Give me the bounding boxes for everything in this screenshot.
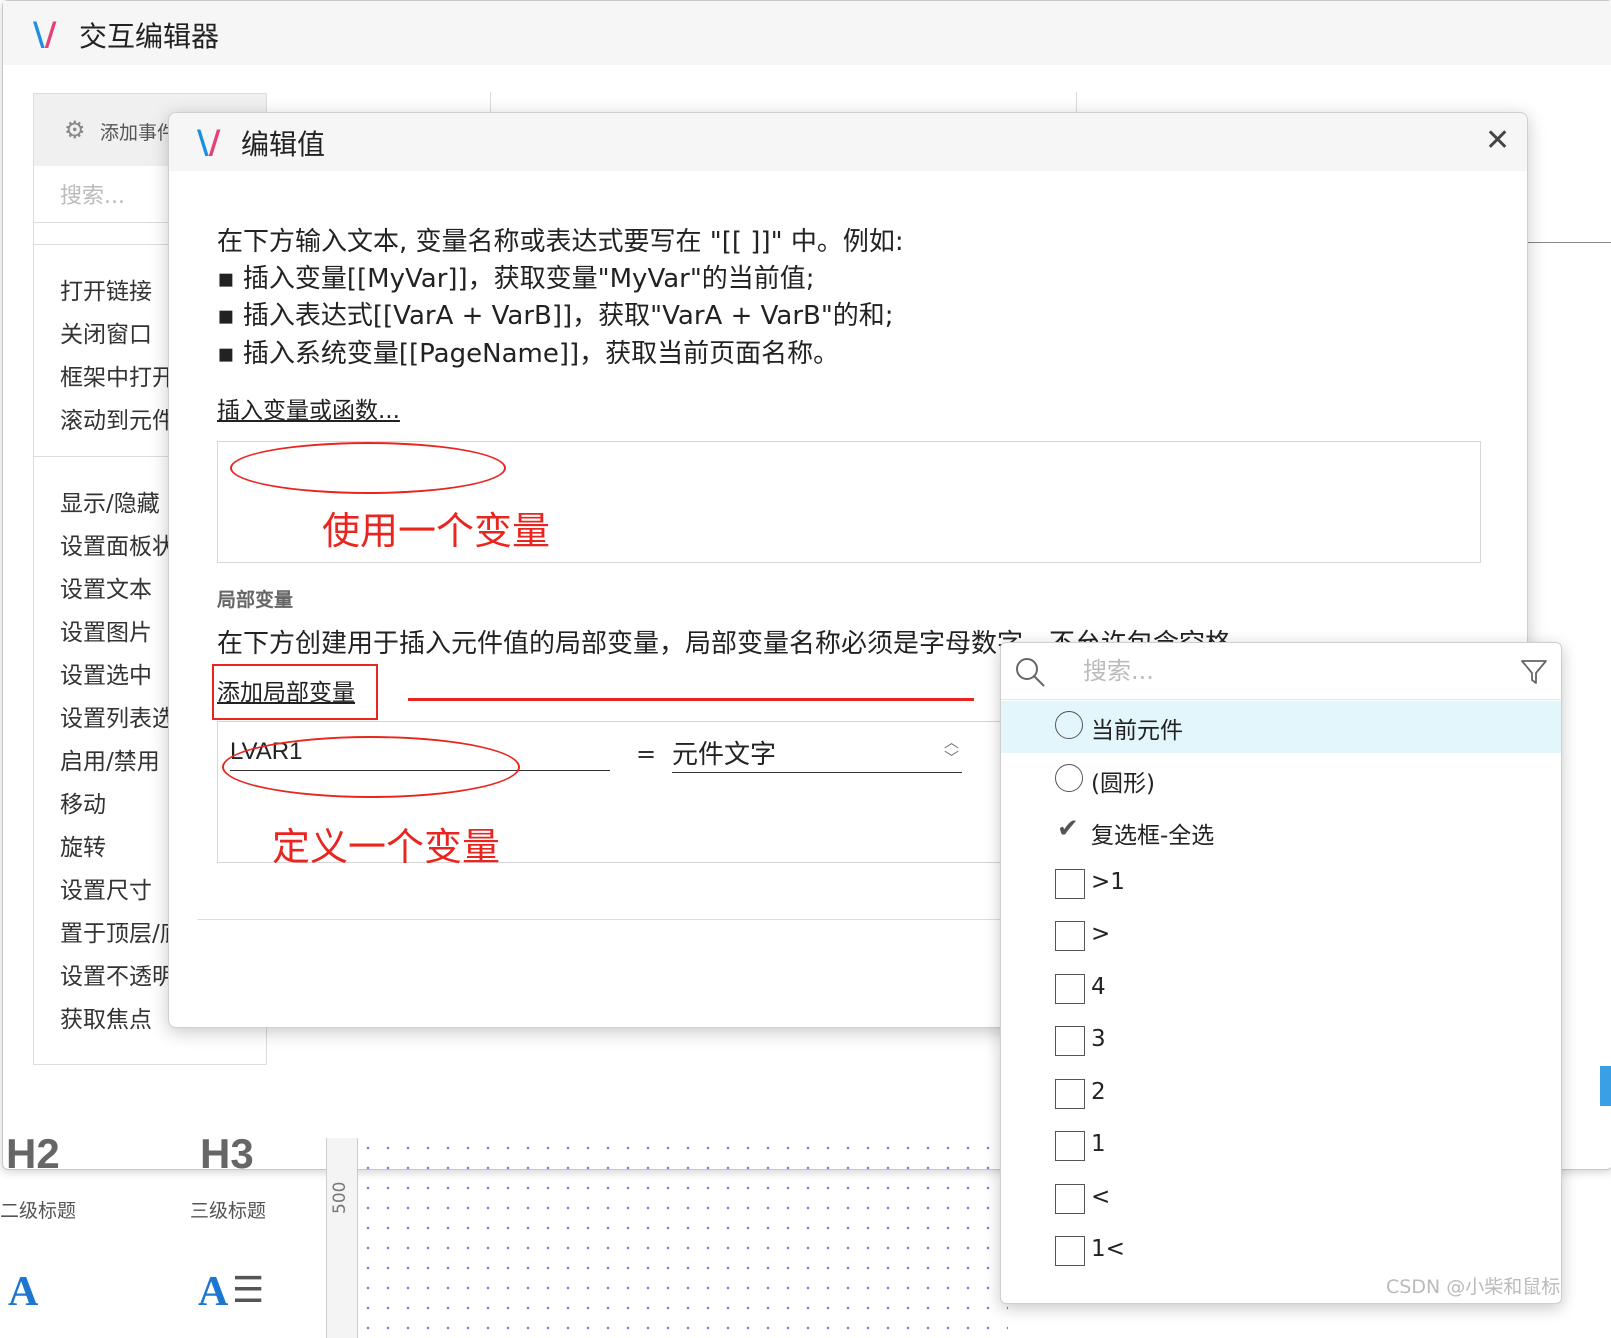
filter-icon[interactable] (1519, 657, 1549, 687)
dropdown-option-label: (圆形) (1091, 770, 1155, 797)
library-h3-widget[interactable]: H3 (200, 1130, 254, 1178)
dropdown-option-label: 4 (1091, 973, 1106, 1000)
instruction-line: ▪ 插入系统变量[[PageName]]，获取当前页面名称。 (217, 339, 840, 369)
action-item[interactable]: 滚动到元件 (60, 401, 175, 435)
dropdown-option[interactable]: ✔ 复选框-全选 (1001, 806, 1561, 858)
annotation-define-variable: 定义一个变量 (272, 825, 501, 869)
divider (1001, 699, 1561, 700)
add-event-icon: ⚙ (64, 116, 86, 144)
dropdown-option[interactable]: 1< (1001, 1226, 1561, 1278)
local-variable-target-select[interactable]: 元件文字 ︿ ﹀ (672, 734, 962, 773)
divider (1526, 242, 1611, 243)
action-item[interactable]: 启用/禁用 (60, 742, 160, 776)
dropdown-option[interactable]: 2 (1001, 1069, 1561, 1121)
action-item[interactable]: 显示/隐藏 (60, 484, 160, 518)
annotation-use-variable: 使用一个变量 (322, 509, 551, 553)
checkbox-icon (1055, 1236, 1085, 1266)
dropdown-option-label: 3 (1091, 1026, 1106, 1052)
insert-variable-link[interactable]: 插入变量或函数... (217, 391, 400, 425)
dropdown-option-label: >1 (1091, 868, 1125, 895)
library-paragraph-widget[interactable]: A (198, 1268, 228, 1316)
dropdown-option-label: 1< (1091, 1236, 1125, 1262)
annotation-ellipse (222, 736, 520, 798)
dropdown-option-label: 1 (1091, 1131, 1106, 1157)
checkbox-icon (1055, 1183, 1085, 1214)
library-h2-widget[interactable]: H2 (6, 1130, 60, 1178)
dropdown-option[interactable]: 4 (1001, 964, 1561, 1016)
equals-sign: = (636, 740, 657, 768)
checkbox-icon (1055, 868, 1085, 899)
annotation-ellipse (230, 442, 506, 494)
action-item[interactable]: 设置尺寸 (60, 871, 152, 905)
dropdown-option[interactable]: < (1001, 1174, 1561, 1226)
search-icon (1016, 658, 1045, 687)
column-divider (1076, 92, 1077, 112)
checkbox-icon (1055, 921, 1085, 951)
checkbox-icon (1055, 1026, 1085, 1056)
action-item[interactable]: 置于顶层/底 (60, 914, 183, 948)
paragraph-lines-icon: ☰ (232, 1270, 265, 1311)
action-item[interactable]: 获取焦点 (60, 1000, 152, 1034)
dropdown-option[interactable]: (圆形) (1001, 754, 1561, 806)
checkmark-icon: ✔ (1057, 814, 1079, 844)
divider (197, 919, 1007, 920)
app-logo-icon: \/ (33, 15, 57, 53)
action-item[interactable]: 设置列表选 (60, 699, 175, 733)
dropdown-option-label: < (1091, 1183, 1111, 1210)
instruction-line: ▪ 插入表达式[[VarA + VarB]]，获取"VarA + VarB"的和… (217, 301, 894, 331)
dropdown-option[interactable]: 当前元件 (1001, 701, 1561, 753)
chevron-updown-icon: ︿ ﹀ (944, 733, 960, 767)
dropdown-option[interactable]: 1 (1001, 1121, 1561, 1173)
actions-search-input[interactable]: 搜索... (60, 178, 125, 210)
checkbox-icon (1055, 1078, 1085, 1109)
vertical-ruler (326, 1138, 358, 1338)
radio-icon (1055, 711, 1083, 739)
action-item[interactable]: 设置不透明 (60, 957, 175, 991)
action-item[interactable]: 设置图片 (60, 613, 152, 647)
interaction-editor-titlebar: \/ 交互编辑器 (3, 1, 1611, 65)
action-item[interactable]: 旋转 (60, 828, 106, 862)
instruction-line: ▪ 插入变量[[MyVar]]，获取变量"MyVar"的当前值; (217, 264, 815, 294)
close-icon[interactable]: ✕ (1485, 123, 1510, 158)
action-item[interactable]: 移动 (60, 785, 106, 819)
app-logo-icon: \/ (197, 123, 221, 161)
dialog-title: 编辑值 (241, 128, 326, 161)
ruler-label: 500 (330, 1181, 350, 1214)
ok-button-fragment[interactable] (1600, 1066, 1611, 1106)
dropdown-option[interactable]: 3 (1001, 1016, 1561, 1068)
dropdown-option-label: 当前元件 (1091, 718, 1183, 744)
action-item[interactable]: 框架中打开 (60, 358, 175, 392)
library-text-widget[interactable]: A (8, 1268, 38, 1316)
watermark: CSDN @小柴和鼠标 (1386, 1276, 1561, 1298)
target-element-dropdown: 当前元件(圆形)✔复选框-全选>1>4321<1< (1000, 642, 1562, 1304)
dropdown-option-label: 2 (1091, 1078, 1106, 1105)
dropdown-option[interactable]: > (1001, 911, 1561, 963)
radio-icon (1055, 763, 1083, 792)
column-divider (490, 92, 491, 112)
action-item[interactable]: 打开链接 (60, 272, 152, 306)
dialog-titlebar: \/ 编辑值 ✕ (169, 113, 1527, 171)
dropdown-option-label: > (1091, 921, 1111, 947)
target-select-value: 元件文字 (672, 740, 777, 770)
dropdown-option[interactable]: >1 (1001, 859, 1561, 911)
instruction-line: 在下方输入文本, 变量名称或表达式要写在 "[[ ]]" 中。例如: (217, 227, 904, 257)
window-title: 交互编辑器 (79, 20, 220, 53)
dropdown-option-label: 复选框-全选 (1091, 823, 1215, 849)
local-variables-heading: 局部变量 (217, 589, 294, 611)
add-event-label: 添加事件 (100, 122, 177, 144)
annotation-underline (408, 698, 974, 701)
action-item[interactable]: 设置选中 (60, 656, 152, 690)
action-item[interactable]: 设置面板状 (60, 527, 175, 561)
library-h3-label: 三级标题 (190, 1200, 267, 1222)
action-item[interactable]: 设置文本 (60, 570, 152, 604)
checkbox-icon (1055, 973, 1085, 1004)
annotation-box (212, 664, 378, 720)
action-item[interactable]: 关闭窗口 (60, 315, 152, 349)
checkbox-icon (1055, 1131, 1085, 1161)
canvas-grid[interactable] (358, 1138, 1008, 1338)
dropdown-search-input[interactable] (1083, 653, 1483, 689)
library-h2-label: 二级标题 (0, 1200, 77, 1222)
